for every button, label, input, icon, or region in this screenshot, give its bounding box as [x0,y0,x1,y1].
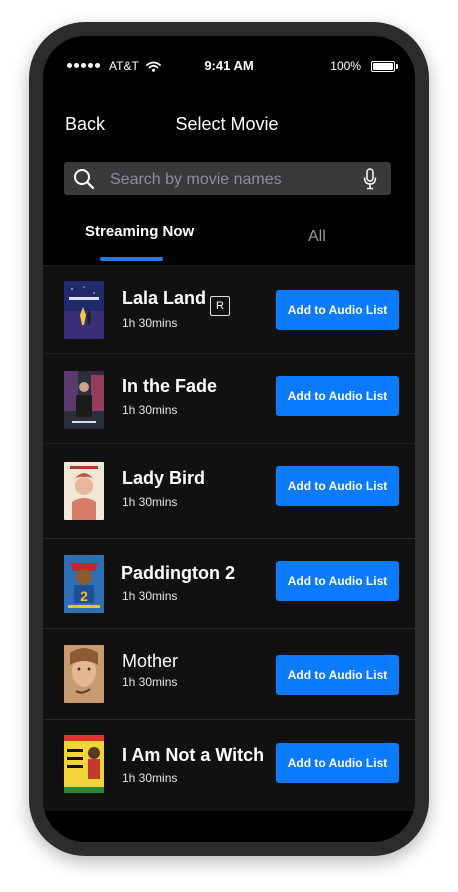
add-to-audio-list-button[interactable]: Add to Audio List [276,743,399,783]
movie-poster [64,371,104,429]
movie-duration: 1h 30mins [122,771,178,785]
status-bar: AT&T 9:41 AM 100% [43,36,415,73]
svg-text:2: 2 [80,588,88,604]
movie-title: Paddington 2 [121,563,235,583]
add-to-audio-list-button[interactable]: Add to Audio List [276,290,399,330]
movie-poster [64,645,104,703]
phone-screen: AT&T 9:41 AM 100% Back Select Movie Sear… [43,36,415,842]
add-to-audio-list-button[interactable]: Add to Audio List [276,376,399,416]
movie-list: Lala Land R 1h 30mins Add to Audio List [43,265,415,811]
battery-percentage: 100% [330,59,361,73]
movie-duration: 1h 30mins [122,316,178,330]
add-to-audio-list-button[interactable]: Add to Audio List [276,466,399,506]
movie-title: Lala Land [122,288,207,308]
movie-title: Lady Bird [122,468,206,488]
movie-row: Mother 1h 30mins Add to Audio List [43,628,415,720]
movie-poster: 2 [64,555,104,613]
movie-duration: 1h 30mins [122,495,178,509]
movie-row: Lala Land R 1h 30mins Add to Audio List [43,265,415,357]
search-icon [73,168,95,195]
movie-row: Lady Bird 1h 30mins Add to Audio List [43,443,415,535]
search-bar[interactable] [64,162,391,197]
battery-icon [371,61,398,72]
page-title: Select Movie [175,114,279,134]
tab-streaming-now[interactable]: Streaming Now [85,223,194,240]
add-to-audio-list-button[interactable]: Add to Audio List [276,655,399,695]
tab-all[interactable]: All [308,228,326,246]
search-input[interactable] [108,162,352,197]
movie-title: Mother [122,651,179,671]
phone-frame: AT&T 9:41 AM 100% Back Select Movie Sear… [29,22,429,856]
movie-duration: 1h 30mins [122,589,178,603]
rating-badge: R [210,296,230,316]
movie-duration: 1h 30mins [122,675,178,689]
movie-row: I Am Not a Witch 1h 30mins Add to Audio … [43,719,415,811]
movie-poster [64,281,104,339]
movie-poster [64,462,104,520]
add-to-audio-list-button[interactable]: Add to Audio List [276,561,399,601]
movie-poster [64,735,104,793]
movie-duration: 1h 30mins [122,403,178,417]
movie-row: 2 Paddington 2 1h 30mins Add to Audio Li… [43,538,415,630]
movie-row: In the Fade 1h 30mins Add to Audio List [43,353,415,445]
movie-title: In the Fade [122,376,218,396]
active-tab-indicator [100,257,163,261]
microphone-icon[interactable] [363,168,377,195]
movie-title: I Am Not a Witch [122,745,265,765]
